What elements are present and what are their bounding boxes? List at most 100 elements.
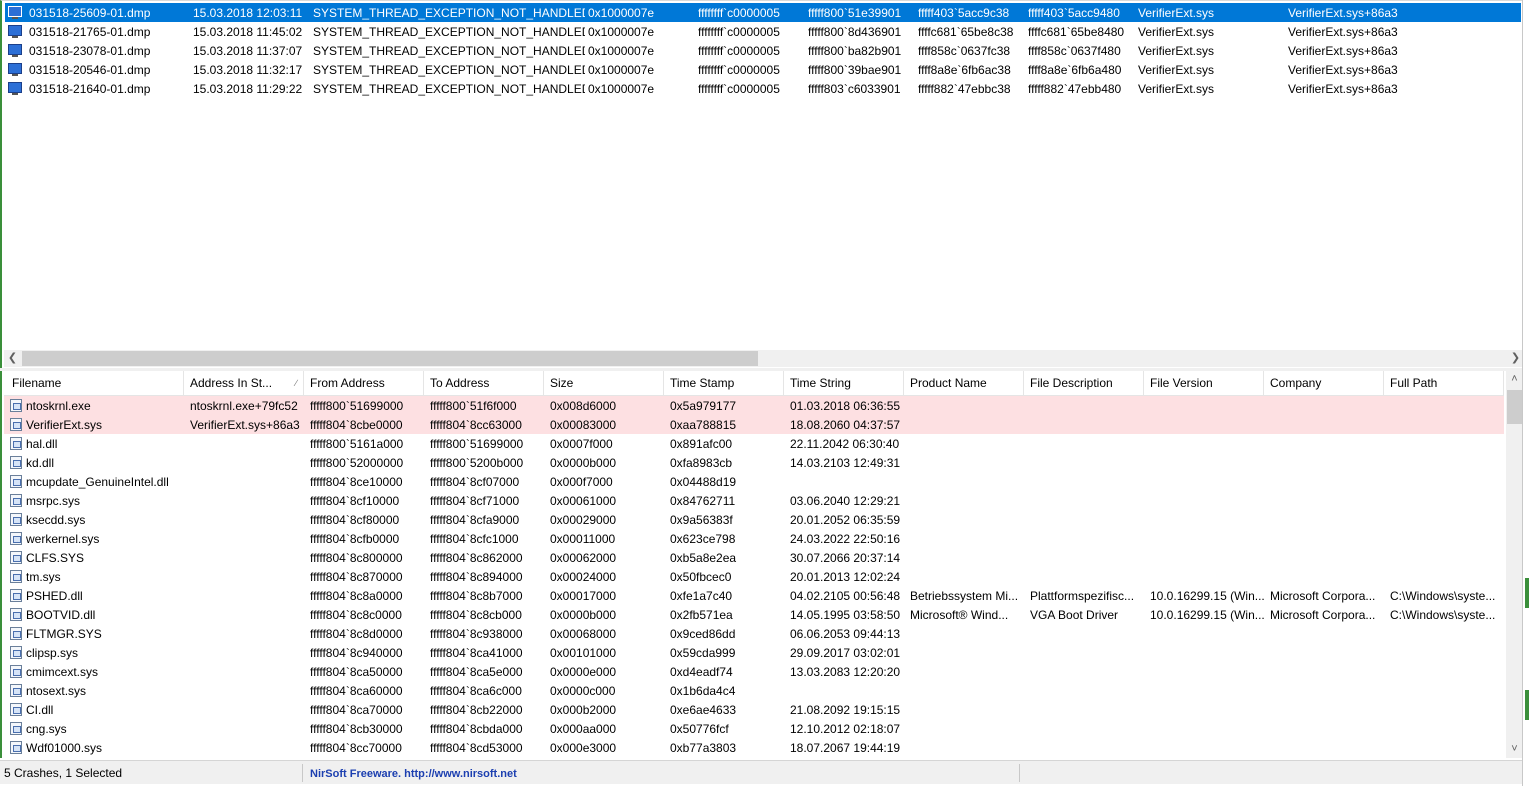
crash-list-horizontal-scrollbar[interactable]: ❮ ❯: [4, 350, 1522, 367]
crash-row[interactable]: 031518-20546-01.dmp 15.03.2018 11:32:17 SY…: [5, 60, 1521, 79]
module-cell-size: 0x000e3000: [550, 741, 617, 755]
module-row[interactable]: Wdf01000.sys fffff804`8cc70000 fffff804`8c…: [4, 738, 1504, 757]
module-cell-from: fffff800`5161a000: [310, 437, 404, 451]
column-header-label: Time String: [790, 376, 851, 390]
module-cell-ver: 10.0.16299.15 (Win...: [1150, 608, 1265, 622]
crash-cell-p3: fffff882`47ebbc38: [918, 82, 1011, 96]
module-cell-from: fffff804`8cc70000: [310, 741, 402, 755]
crash-row[interactable]: 031518-23078-01.dmp 15.03.2018 11:37:07 SY…: [5, 41, 1521, 60]
module-cell-product: Betriebssystem Mi...: [910, 589, 1019, 603]
crash-cell-driver: VerifierExt.sys: [1138, 6, 1215, 20]
module-cell-stamp: 0x9a56383f: [670, 513, 733, 527]
module-cell-stamp: 0x5a979177: [670, 399, 737, 413]
module-list-pane[interactable]: Filename Address In St... ∕ From Address To …: [0, 371, 1522, 758]
module-cell-to: fffff804`8ca5e000: [430, 665, 523, 679]
crash-cell-dump: 031518-20546-01.dmp: [29, 63, 151, 77]
column-header[interactable]: File Version: [1144, 371, 1264, 396]
module-row[interactable]: cng.sys fffff804`8cb30000 fffff804`8cbda00…: [4, 719, 1504, 738]
module-cell-from: fffff800`51699000: [310, 399, 404, 413]
arrow-left-icon[interactable]: ❮: [4, 350, 21, 367]
module-row[interactable]: werkernel.sys fffff804`8cfb0000 fffff804`8…: [4, 529, 1504, 548]
module-cell-stamp: 0xaa788815: [670, 418, 737, 432]
module-cell-tstr: 01.03.2018 06:36:55: [790, 399, 901, 413]
nirsoft-link[interactable]: NirSoft Freeware. http://www.nirsoft.net: [310, 768, 517, 780]
column-header[interactable]: Time String: [784, 371, 904, 396]
crash-cell-dump: 031518-25609-01.dmp: [29, 6, 151, 20]
column-header-label: Full Path: [1390, 376, 1438, 390]
column-header[interactable]: File Description: [1024, 371, 1144, 396]
module-row[interactable]: msrpc.sys fffff804`8cf10000 fffff804`8cf71…: [4, 491, 1504, 510]
module-row[interactable]: cmimcext.sys fffff804`8ca50000 fffff804`8c…: [4, 662, 1504, 681]
module-cell-from: fffff804`8cf80000: [310, 513, 400, 527]
module-row[interactable]: BOOTVID.dll fffff804`8c8c0000 fffff804`8c8…: [4, 605, 1504, 624]
module-cell-size: 0x000f7000: [550, 475, 613, 489]
module-cell-stamp: 0xb77a3803: [670, 741, 737, 755]
module-row[interactable]: clipsp.sys fffff804`8c940000 fffff804`8ca4…: [4, 643, 1504, 662]
module-cell-tstr: 04.02.2105 00:56:48: [790, 589, 901, 603]
monitor-icon: [8, 6, 22, 19]
status-bar: 5 Crashes, 1 Selected NirSoft Freeware. …: [0, 760, 1522, 784]
module-row[interactable]: FLTMGR.SYS fffff804`8c8d0000 fffff804`8c93…: [4, 624, 1504, 643]
crash-list-pane[interactable]: 031518-25609-01.dmp 15.03.2018 12:03:11 SY…: [0, 0, 1522, 368]
crash-cell-p2: fffff800`51e39901: [808, 6, 902, 20]
file-icon: [10, 570, 22, 583]
module-cell-size: 0x0000b000: [550, 456, 617, 470]
crash-cell-bugcheck: SYSTEM_THREAD_EXCEPTION_NOT_HANDLED: [313, 63, 585, 77]
module-row[interactable]: mcupdate_GenuineIntel.dll fffff804`8ce100…: [4, 472, 1504, 491]
module-cell-to: fffff804`8cf07000: [430, 475, 520, 489]
module-cell-tstr: 24.03.2022 22:50:16: [790, 532, 901, 546]
arrow-down-icon[interactable]: ˅: [1506, 741, 1522, 758]
crash-row[interactable]: 031518-21640-01.dmp 15.03.2018 11:29:22 SY…: [5, 79, 1521, 98]
column-header[interactable]: Size: [544, 371, 664, 396]
column-header[interactable]: Product Name: [904, 371, 1024, 396]
module-cell-company: Microsoft Corpora...: [1270, 589, 1376, 603]
crash-row[interactable]: 031518-21765-01.dmp 15.03.2018 11:45:02 SY…: [5, 22, 1521, 41]
module-cell-from: fffff804`8c800000: [310, 551, 403, 565]
module-row[interactable]: CI.dll fffff804`8ca70000 fffff804`8cb22000…: [4, 700, 1504, 719]
column-header[interactable]: To Address: [424, 371, 544, 396]
module-cell-to: fffff804`8c8cb000: [430, 608, 522, 622]
module-row[interactable]: tm.sys fffff804`8c870000 fffff804`8c894000…: [4, 567, 1504, 586]
column-header[interactable]: From Address: [304, 371, 424, 396]
module-cell-desc: VGA Boot Driver: [1030, 608, 1119, 622]
module-cell-tstr: 21.08.2092 19:15:15: [790, 703, 901, 717]
module-cell-tstr: 06.06.2053 09:44:13: [790, 627, 901, 641]
module-cell-to: fffff804`8ca6c000: [430, 684, 522, 698]
crash-cell-p2: fffff803`c6033901: [808, 82, 901, 96]
module-cell-addr: ntoskrnl.exe+79fc52: [190, 399, 298, 413]
crash-cell-bugcheck: SYSTEM_THREAD_EXCEPTION_NOT_HANDLED: [313, 44, 585, 58]
crash-cell-p3: ffff858c`0637fc38: [918, 44, 1011, 58]
module-cell-to: fffff800`5200b000: [430, 456, 524, 470]
file-icon: [10, 608, 22, 621]
crash-cell-address: VerifierExt.sys+86a3: [1288, 25, 1398, 39]
module-cell-product: Microsoft® Wind...: [910, 608, 1009, 622]
scrollbar-thumb[interactable]: [22, 351, 758, 366]
column-header[interactable]: Company: [1264, 371, 1384, 396]
crash-cell-p4: ffff858c`0637f480: [1028, 44, 1121, 58]
module-cell-tstr: 18.07.2067 19:44:19: [790, 741, 901, 755]
module-row[interactable]: ntosext.sys fffff804`8ca60000 fffff804`8ca…: [4, 681, 1504, 700]
arrow-up-icon[interactable]: ˄: [1506, 371, 1522, 388]
edge-mark: [1525, 578, 1529, 608]
module-cell-path: C:\Windows\syste...: [1390, 608, 1496, 622]
module-row[interactable]: VerifierExt.sys VerifierExt.sys+86a3 fffff…: [4, 415, 1504, 434]
status-empty-segment: [1021, 764, 1521, 782]
module-row[interactable]: kd.dll fffff800`52000000 fffff800`5200b000…: [4, 453, 1504, 472]
module-row[interactable]: ksecdd.sys fffff804`8cf80000 fffff804`8cfa…: [4, 510, 1504, 529]
scrollbar-thumb[interactable]: [1507, 390, 1522, 424]
column-header-label: Time Stamp: [670, 376, 735, 390]
crash-cell-time: 15.03.2018 11:29:22: [193, 82, 303, 96]
crash-row[interactable]: 031518-25609-01.dmp 15.03.2018 12:03:11 SY…: [5, 3, 1521, 22]
column-header[interactable]: Time Stamp: [664, 371, 784, 396]
module-list-vertical-scrollbar[interactable]: ˄ ˅: [1506, 371, 1522, 758]
module-row[interactable]: hal.dll fffff800`5161a000 fffff800`5169900…: [4, 434, 1504, 453]
column-header[interactable]: Filename: [6, 371, 184, 396]
file-icon: [10, 684, 22, 697]
module-row[interactable]: ntoskrnl.exe ntoskrnl.exe+79fc52 fffff800`…: [4, 396, 1504, 415]
column-header[interactable]: Address In St... ∕: [184, 371, 304, 396]
crash-cell-driver: VerifierExt.sys: [1138, 82, 1215, 96]
module-row[interactable]: CLFS.SYS fffff804`8c800000 fffff804`8c8620…: [4, 548, 1504, 567]
module-row[interactable]: PSHED.dll fffff804`8c8a0000 fffff804`8c8b7…: [4, 586, 1504, 605]
arrow-right-icon[interactable]: ❯: [1507, 350, 1522, 367]
column-header[interactable]: Full Path: [1384, 371, 1504, 396]
